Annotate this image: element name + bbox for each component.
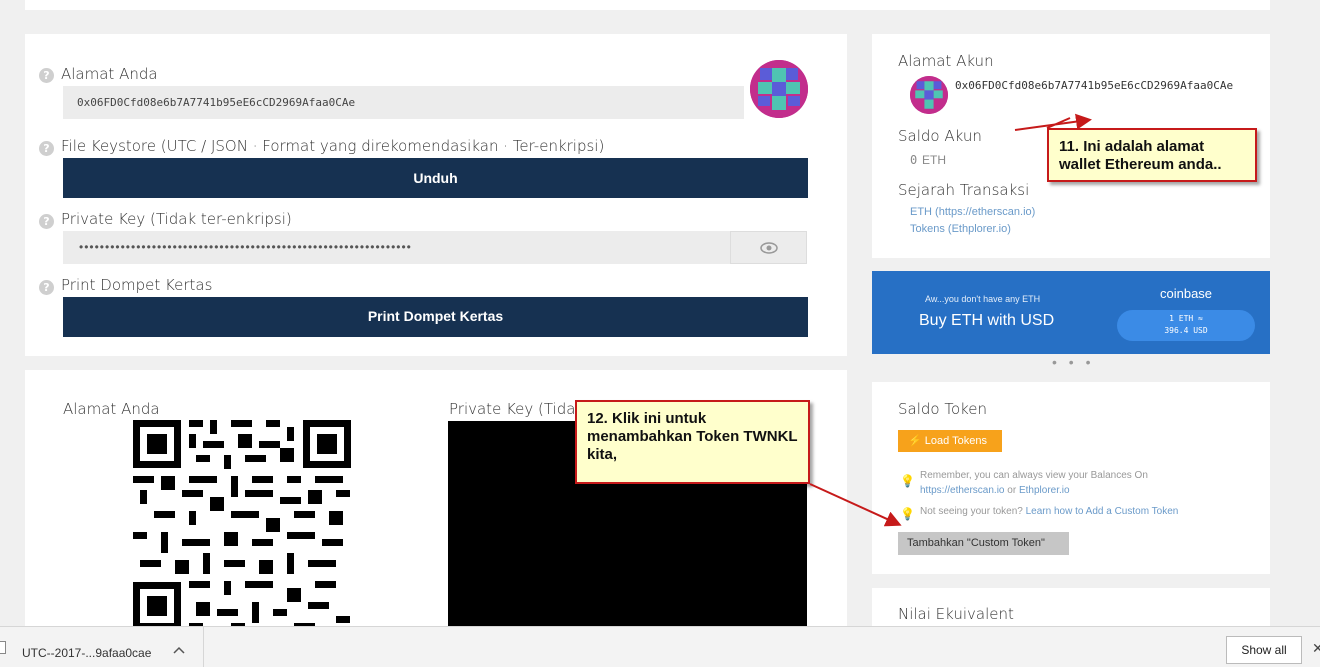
callout-arrows [809, 113, 1092, 527]
show-all-button[interactable]: Show all [1226, 636, 1302, 664]
chevron-up-icon[interactable] [173, 646, 185, 654]
download-item[interactable]: UTC--2017-...9afaa0cae [0, 627, 204, 667]
arrow-12 [809, 483, 902, 527]
download-bar: UTC--2017-...9afaa0cae Show all ✕ [0, 626, 1320, 667]
arrow-11 [1014, 113, 1092, 131]
close-icon[interactable]: ✕ [1312, 640, 1320, 657]
file-icon [0, 641, 6, 654]
download-file-name: UTC--2017-...9afaa0cae [22, 646, 152, 660]
